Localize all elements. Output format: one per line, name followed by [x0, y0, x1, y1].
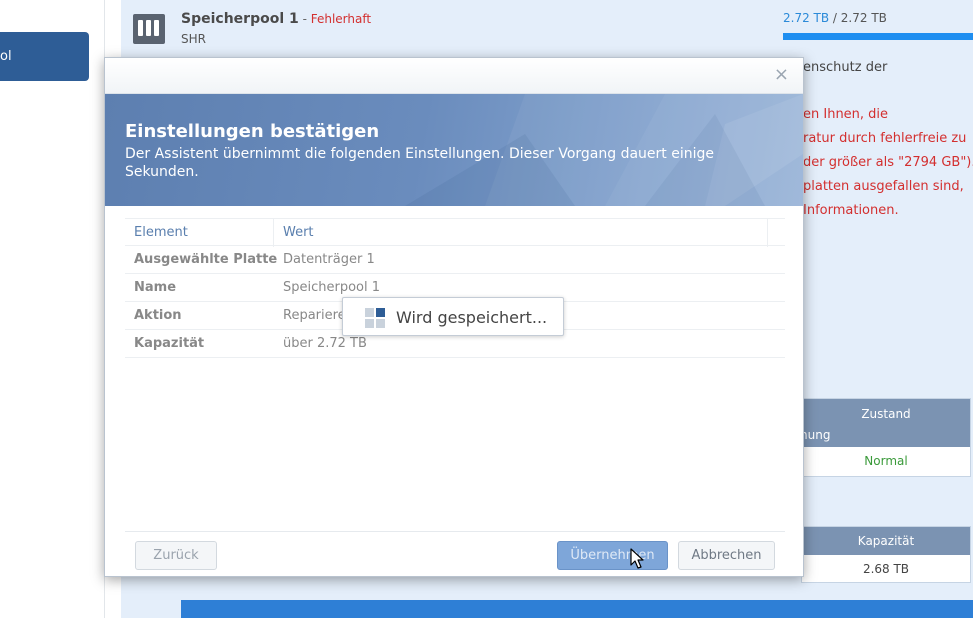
background-status-table: Zustand nung Normal [800, 398, 971, 477]
dialog-banner: Einstellungen bestätigen Der Assistent ü… [105, 94, 803, 206]
pool-type: SHR [181, 32, 206, 46]
capacity-total: 2.72 TB [840, 11, 887, 25]
saving-indicator: Wird gespeichert... [342, 297, 564, 336]
column-header-status: Zustand [861, 407, 911, 421]
storage-pool-icon [133, 14, 165, 44]
back-button[interactable]: Zurück [135, 541, 217, 570]
dialog-titlebar[interactable]: × [105, 58, 803, 94]
loading-icon [365, 308, 386, 328]
sidebar: ol [0, 0, 105, 618]
settings-grid: Element Wert Ausgewählte Platte Datenträ… [125, 218, 785, 358]
background-info-text: enschutz der [803, 60, 888, 75]
capacity-bar [783, 33, 973, 40]
pool-separator: - [298, 12, 311, 26]
dialog-subtitle: Der Assistent übernimmt die folgenden Ei… [125, 146, 714, 180]
capacity-used: 2.72 TB [783, 11, 830, 25]
row-value: Datenträger 1 [283, 252, 375, 267]
pool-header[interactable]: Speicherpool 1 - Fehlerhaft SHR 2.72 TB … [121, 0, 973, 58]
column-header-extra [768, 219, 785, 247]
capacity-separator: / [829, 11, 841, 25]
row-label: Aktion [134, 308, 182, 323]
status-value: Normal [864, 454, 908, 468]
table-row: Ausgewählte Platte Datenträger 1 [125, 246, 785, 274]
column-header-capacity: Kapazität [802, 527, 970, 555]
column-header-partial: nung [800, 428, 831, 442]
footer-divider [125, 531, 785, 532]
dialog-title: Einstellungen bestätigen [125, 121, 380, 142]
capacity-bar-fill [783, 33, 973, 40]
pool-status: Fehlerhaft [310, 12, 372, 26]
background-warning-line: en Ihnen, die [803, 107, 889, 122]
row-label: Ausgewählte Platte [134, 252, 278, 267]
column-header-element[interactable]: Element [125, 219, 274, 247]
grid-header: Element Wert [125, 218, 785, 247]
row-label: Name [134, 280, 177, 295]
pool-name: Speicherpool 1 [181, 11, 299, 27]
column-header-value[interactable]: Wert [274, 219, 768, 247]
saving-text: Wird gespeichert... [396, 308, 548, 327]
mouse-cursor-icon [630, 548, 644, 569]
pool-title: Speicherpool 1 - Fehlerhaft [181, 11, 371, 27]
background-capacity-table: Kapazität 2.68 TB [801, 526, 971, 583]
background-warning-line: platten ausgefallen sind, [803, 179, 964, 194]
background-warning-line: ratur durch fehlerfreie zu [803, 131, 967, 146]
background-bottom-bar [181, 600, 973, 618]
capacity-text: 2.72 TB / 2.72 TB [783, 11, 887, 25]
background-warning-line: der größer als "2794 GB"). [803, 155, 973, 170]
capacity-value: 2.68 TB [862, 562, 910, 576]
sidebar-item-active[interactable]: ol [0, 32, 89, 81]
row-label: Kapazität [134, 336, 205, 351]
apply-button[interactable]: Übernehmen [557, 541, 668, 570]
background-warning-line: Informationen. [803, 203, 899, 218]
cancel-button[interactable]: Abbrechen [678, 541, 775, 570]
table-header: Zustand nung [800, 399, 970, 447]
close-icon[interactable]: × [774, 66, 789, 84]
